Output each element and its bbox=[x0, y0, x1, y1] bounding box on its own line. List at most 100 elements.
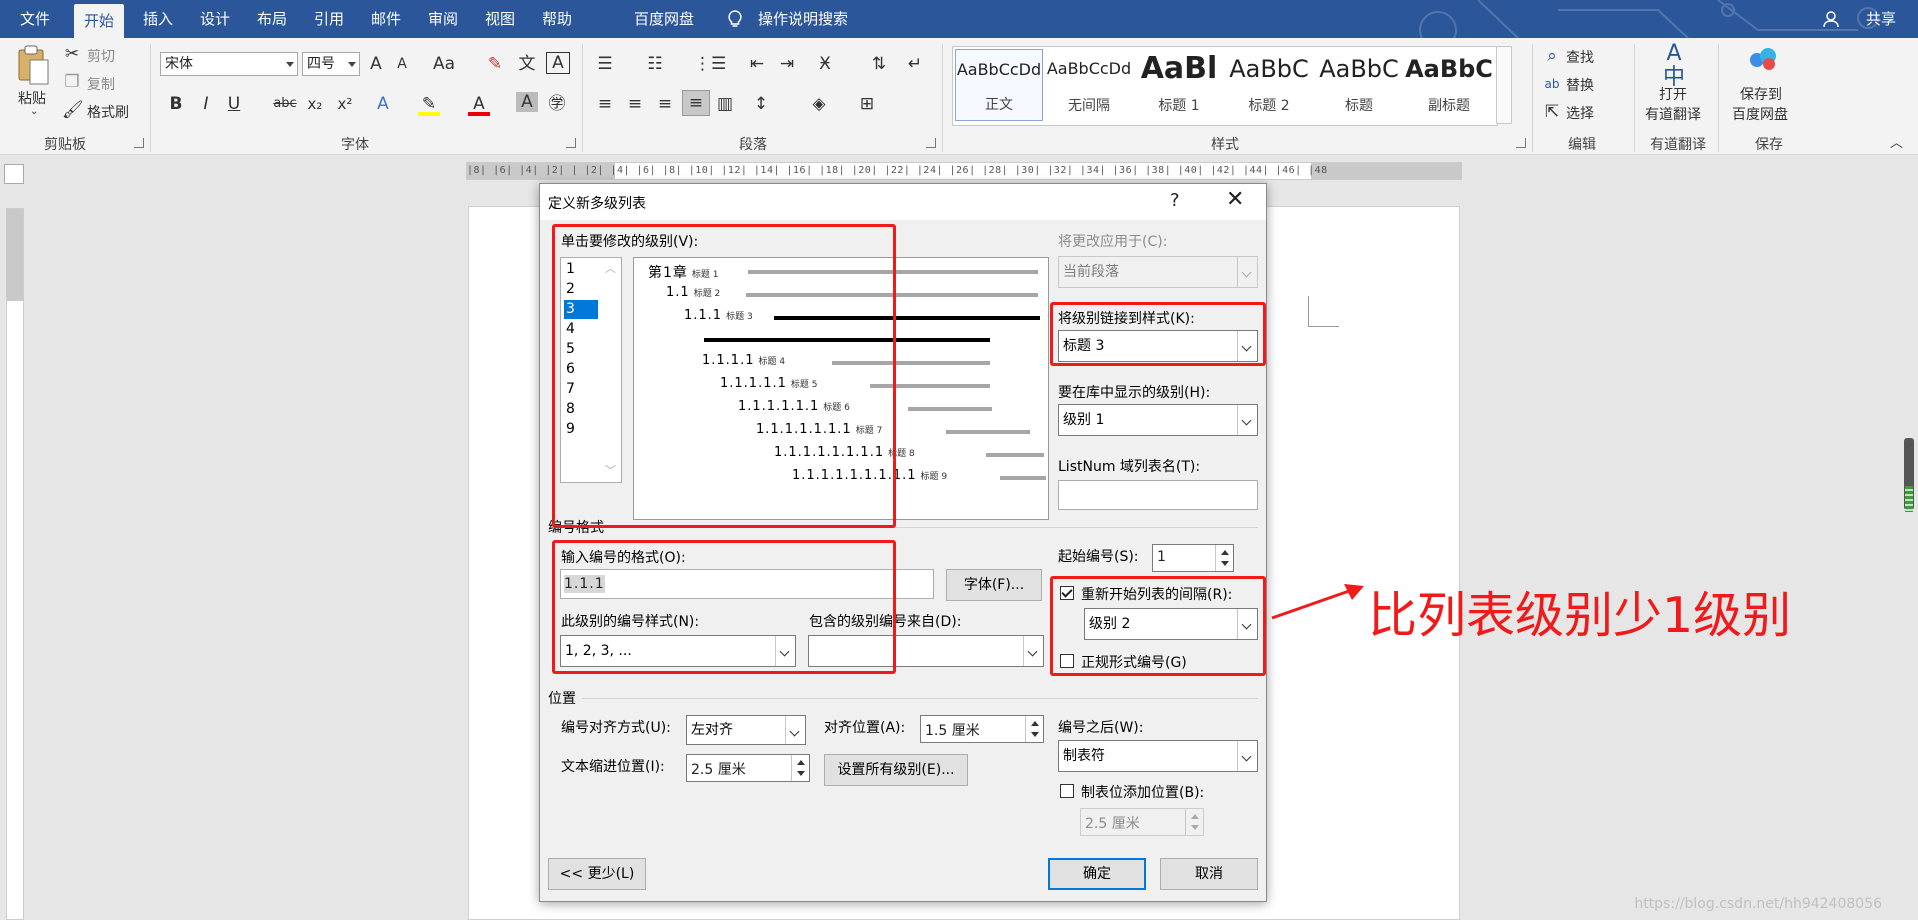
vertical-ruler[interactable] bbox=[6, 208, 24, 920]
underline-icon[interactable]: U bbox=[224, 92, 244, 116]
decrease-indent-icon[interactable]: ⇤ bbox=[746, 52, 768, 76]
style-heading-2[interactable]: AaBbC 标题 2 bbox=[1225, 49, 1313, 121]
tab-references[interactable]: 引用 bbox=[314, 0, 344, 38]
grow-font-icon[interactable]: A bbox=[366, 52, 386, 76]
cancel-button[interactable]: 取消 bbox=[1160, 858, 1258, 890]
styles-scroll-buttons[interactable] bbox=[1496, 46, 1512, 124]
paste-dropdown-icon[interactable]: ⌄ bbox=[30, 106, 38, 117]
horizontal-ruler[interactable]: |8| |6| |4| |2| | |2| |4| |6| |8| |10| |… bbox=[466, 162, 1462, 180]
share-button[interactable]: 共享 bbox=[1866, 0, 1896, 38]
spin-down-icon[interactable] bbox=[1031, 732, 1039, 737]
paste-icon[interactable] bbox=[16, 44, 52, 88]
copy-button[interactable]: 复制 bbox=[87, 74, 115, 94]
style-title[interactable]: AaBbC 标题 bbox=[1315, 49, 1403, 121]
style-normal[interactable]: AaBbCcDd 正文 bbox=[955, 49, 1043, 121]
distributed-icon[interactable]: ▥ bbox=[714, 92, 736, 116]
style-heading-1[interactable]: AaBl 标题 1 bbox=[1135, 49, 1223, 121]
align-center-icon[interactable]: ≡ bbox=[624, 92, 646, 116]
sort-icon[interactable]: ⇅ bbox=[868, 52, 890, 76]
find-button[interactable]: 查找 bbox=[1566, 47, 1594, 67]
superscript-icon[interactable]: x² bbox=[334, 92, 356, 116]
tab-layout[interactable]: 布局 bbox=[257, 0, 287, 38]
style-no-spacing[interactable]: AaBbCcDd 无间隔 bbox=[1045, 49, 1133, 121]
shading-icon[interactable]: ◈ bbox=[808, 92, 830, 116]
youdao-open-line2[interactable]: 有道翻译 bbox=[1645, 104, 1701, 124]
replace-icon[interactable]: ab bbox=[1542, 72, 1562, 96]
tab-file[interactable]: 文件 bbox=[20, 0, 50, 38]
replace-button[interactable]: 替换 bbox=[1566, 75, 1594, 95]
baidu-save-line2[interactable]: 百度网盘 bbox=[1732, 104, 1788, 124]
char-border-icon[interactable]: A bbox=[546, 52, 570, 74]
font-color-icon[interactable]: A bbox=[468, 92, 490, 116]
close-button[interactable]: ✕ bbox=[1226, 187, 1244, 212]
spin-down-icon[interactable] bbox=[797, 771, 805, 776]
font-launcher-icon[interactable] bbox=[566, 138, 576, 148]
spinner-arrows-icon[interactable] bbox=[791, 755, 809, 781]
tab-home[interactable]: 开始 bbox=[74, 4, 125, 38]
tab-stop-spinner[interactable]: 2.5 厘米 bbox=[1080, 808, 1204, 836]
align-at-spinner[interactable]: 1.5 厘米 bbox=[920, 715, 1044, 743]
strikethrough-icon[interactable]: abc bbox=[272, 92, 298, 116]
highlight-icon[interactable]: ✎ bbox=[418, 92, 440, 116]
format-painter-button[interactable]: 格式刷 bbox=[87, 102, 129, 122]
chinese-layout-icon[interactable]: Ӿ bbox=[814, 52, 836, 76]
ok-button[interactable]: 确定 bbox=[1048, 858, 1146, 890]
start-at-spinner[interactable]: 1 bbox=[1152, 544, 1234, 572]
bullets-icon[interactable]: ☰ bbox=[594, 52, 616, 76]
phonetic-guide-icon[interactable]: 文 bbox=[516, 52, 538, 76]
help-button[interactable]: ? bbox=[1170, 190, 1180, 211]
tab-mailings[interactable]: 邮件 bbox=[371, 0, 401, 38]
less-button[interactable]: << 更少(L) bbox=[548, 858, 646, 890]
baidu-cloud-icon[interactable] bbox=[1748, 46, 1778, 72]
spin-up-icon[interactable] bbox=[1191, 814, 1199, 819]
justify-icon[interactable]: ≡ bbox=[682, 90, 710, 116]
tab-design[interactable]: 设计 bbox=[200, 0, 230, 38]
collapse-ribbon-icon[interactable]: ︿ bbox=[1890, 132, 1903, 151]
scissors-icon[interactable]: ✂ bbox=[62, 42, 82, 66]
tab-review[interactable]: 审阅 bbox=[428, 0, 458, 38]
increase-indent-icon[interactable]: ⇥ bbox=[776, 52, 798, 76]
copy-icon[interactable]: ❐ bbox=[62, 70, 82, 94]
follow-number-combo[interactable]: 制表符 bbox=[1058, 740, 1258, 772]
tab-baidu-netdisk[interactable]: 百度网盘 bbox=[634, 0, 694, 38]
font-button[interactable]: 字体(F)... bbox=[946, 569, 1042, 601]
search-icon[interactable]: ⌕ bbox=[1542, 44, 1562, 68]
clear-format-icon[interactable]: ✎ bbox=[484, 52, 506, 76]
bold-icon[interactable]: B bbox=[166, 92, 186, 116]
align-left-icon[interactable]: ≡ bbox=[594, 92, 616, 116]
spin-down-icon[interactable] bbox=[1221, 561, 1229, 566]
clipboard-launcher-icon[interactable] bbox=[134, 138, 144, 148]
paintbrush-icon[interactable]: 🖌 bbox=[62, 98, 84, 122]
spin-up-icon[interactable] bbox=[1221, 550, 1229, 555]
apply-to-combo[interactable]: 当前段落 bbox=[1058, 256, 1258, 288]
font-size-combo[interactable]: 四号 bbox=[302, 52, 360, 76]
borders-icon[interactable]: ⊞ bbox=[856, 92, 878, 116]
italic-icon[interactable]: I bbox=[196, 92, 216, 116]
multilevel-list-icon[interactable]: ⋮☰ bbox=[694, 52, 726, 76]
tell-me-search[interactable]: 操作说明搜索 bbox=[758, 0, 848, 38]
paste-button[interactable]: 粘贴 bbox=[18, 88, 46, 108]
tab-help[interactable]: 帮助 bbox=[542, 0, 572, 38]
cut-button[interactable]: 剪切 bbox=[87, 46, 115, 66]
select-icon[interactable]: ⇱ bbox=[1542, 100, 1562, 124]
spinner-arrows-icon[interactable] bbox=[1185, 809, 1203, 835]
baidu-save-line1[interactable]: 保存到 bbox=[1740, 84, 1782, 104]
spin-up-icon[interactable] bbox=[1031, 721, 1039, 726]
ruler-tab-selector[interactable] bbox=[4, 164, 24, 184]
change-case-icon[interactable]: Aa bbox=[430, 52, 458, 76]
enclose-char-icon[interactable]: ㊫ bbox=[546, 92, 568, 116]
style-subtitle[interactable]: AaBbC 副标题 bbox=[1405, 49, 1493, 121]
listnum-input[interactable] bbox=[1058, 480, 1258, 510]
gallery-level-combo[interactable]: 级别 1 bbox=[1058, 404, 1258, 436]
indent-spinner[interactable]: 2.5 厘米 bbox=[686, 754, 810, 782]
line-spacing-icon[interactable]: ↕ bbox=[750, 92, 772, 116]
show-marks-icon[interactable]: ↵ bbox=[904, 52, 926, 76]
align-combo[interactable]: 左对齐 bbox=[686, 715, 806, 745]
numbering-icon[interactable]: ☷ bbox=[644, 52, 666, 76]
select-button[interactable]: 选择 bbox=[1566, 103, 1594, 123]
youdao-open-line1[interactable]: 打开 bbox=[1659, 84, 1687, 104]
tab-insert[interactable]: 插入 bbox=[143, 0, 173, 38]
tab-stop-checkbox[interactable] bbox=[1060, 784, 1074, 798]
translate-icon[interactable]: A中 bbox=[1656, 42, 1692, 90]
align-right-icon[interactable]: ≡ bbox=[654, 92, 676, 116]
